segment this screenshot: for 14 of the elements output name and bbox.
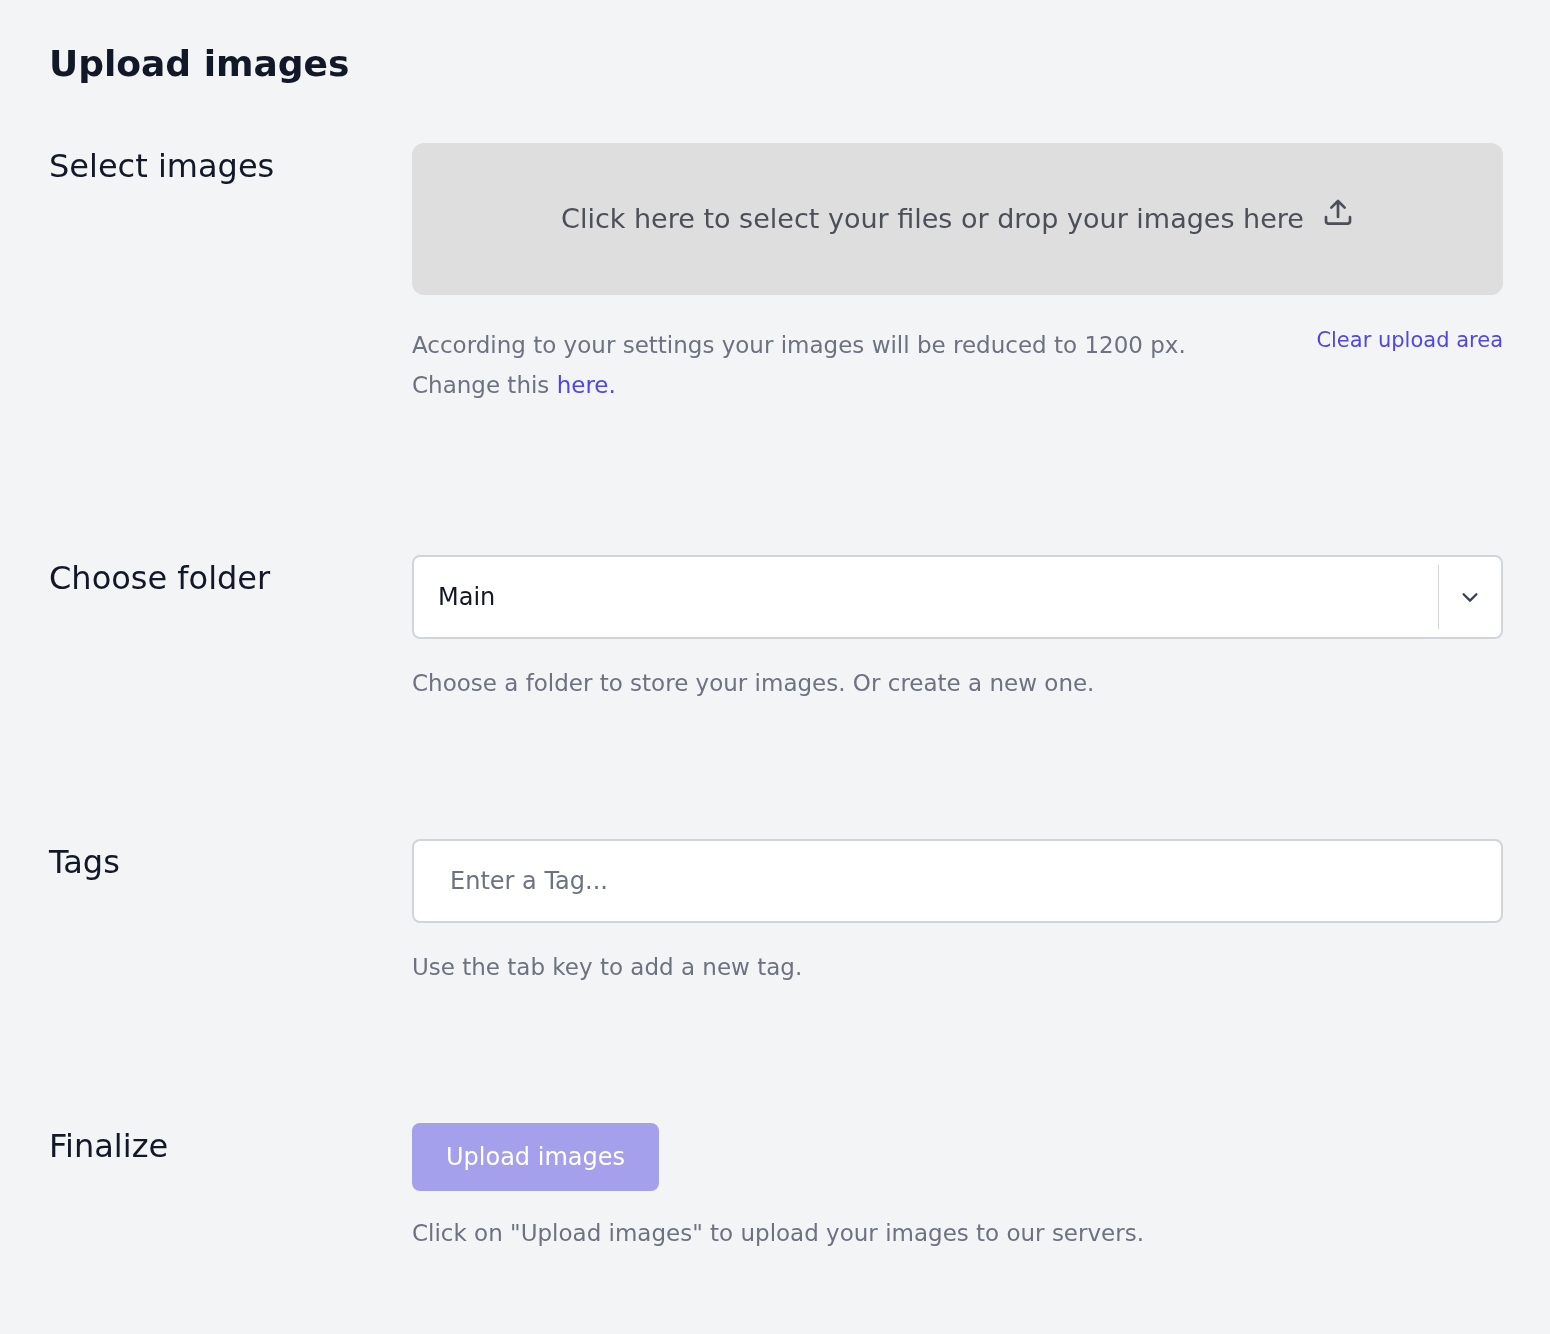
settings-link[interactable]: here. (556, 372, 616, 399)
section-label: Select images (49, 146, 276, 188)
help-text: Click on "Upload images" to upload your images to our servers. (412, 1219, 1145, 1249)
help-text: Use the tab key to add a new tag. (412, 953, 804, 983)
section-label: Finalize (49, 1126, 170, 1168)
section-label: Choose folder (49, 558, 272, 600)
clear-upload-link[interactable]: Clear upload area (1316, 325, 1503, 356)
help-text: According to your settings your images will be reduced to 1200 px. Change this here. (412, 331, 1187, 401)
page-title: Upload images (49, 42, 351, 86)
file-dropzone[interactable]: Click here to select your files or drop your images here (412, 143, 1503, 296)
help-text: Choose a folder to store your images. Or create a new one. (412, 669, 1096, 699)
folder-select[interactable]: Main (412, 555, 1503, 640)
tag-input[interactable]: Enter a Tag... (412, 839, 1503, 924)
section-label: Tags (49, 842, 121, 884)
